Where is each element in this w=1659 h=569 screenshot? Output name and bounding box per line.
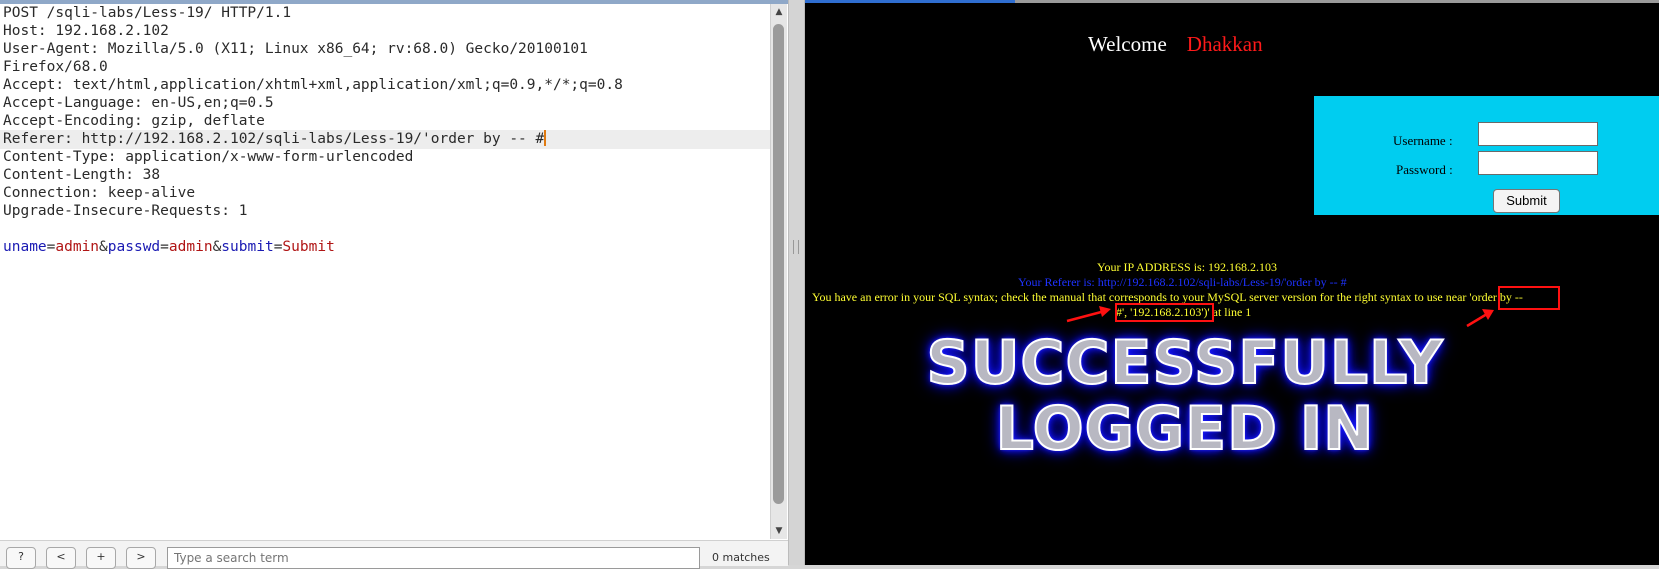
add-button[interactable]: + (86, 547, 116, 569)
header-user-agent: User-Agent: Mozilla/5.0 (X11; Linux x86_… (3, 41, 588, 57)
next-button[interactable]: > (126, 547, 156, 569)
previous-button[interactable]: < (46, 547, 76, 569)
header-connection: Connection: keep-alive (3, 185, 196, 201)
param-key-passwd: passwd (107, 239, 161, 255)
match-count: 0 matches (712, 551, 770, 564)
raw-request-editor[interactable]: POST /sqli-labs/Less-19/ HTTP/1.1 Host: … (0, 4, 770, 539)
submit-button[interactable]: Submit (1493, 189, 1560, 213)
scroll-up-arrow-icon[interactable]: ▲ (771, 4, 787, 20)
success-banner: SUCCESSFULLY LOGGED IN (875, 328, 1495, 464)
param-key-submit: submit (221, 239, 274, 255)
success-banner-line1: SUCCESSFULLY (926, 328, 1444, 398)
editor-scrollbar[interactable]: ▲ ▼ (770, 4, 787, 539)
username-input[interactable] (1478, 122, 1598, 146)
param-equals: = (160, 239, 169, 255)
tab-strip (805, 0, 1659, 3)
request-line: POST /sqli-labs/Less-19/ HTTP/1.1 (3, 5, 292, 21)
ip-address-message: Your IP ADDRESS is: 192.168.2.103 (1097, 260, 1278, 274)
param-value-passwd: admin (168, 239, 213, 255)
param-separator: & (99, 239, 108, 255)
header-accept-language: Accept-Language: en-US,en;q=0.5 (3, 95, 274, 111)
request-body: uname=admin&passwd=admin&submit=Submit (3, 238, 335, 257)
param-value-uname: admin (55, 239, 100, 255)
annotation-box-ip-quote (1115, 303, 1214, 322)
welcome-name: Dhakkan (1186, 32, 1263, 56)
welcome-heading: Welcome Dhakkan (1088, 32, 1263, 57)
help-button[interactable]: ? (6, 547, 36, 569)
header-content-length: Content-Length: 38 (3, 167, 161, 183)
search-input[interactable] (167, 547, 700, 569)
param-key-uname: uname (3, 239, 47, 255)
referer-message: Your Referer is: http://192.168.2.102/sq… (1018, 275, 1347, 289)
welcome-text: Welcome (1088, 32, 1167, 56)
annotation-box-order-by (1498, 286, 1560, 310)
password-label: Password : (1396, 162, 1453, 177)
username-label: Username : (1393, 133, 1453, 148)
param-separator: & (212, 239, 222, 255)
active-tab-indicator[interactable] (805, 0, 1015, 3)
header-referer: Referer: http://192.168.2.102/sqli-labs/… (3, 131, 545, 147)
param-value-submit: Submit (282, 239, 335, 255)
success-banner-line2: LOGGED IN (995, 394, 1375, 464)
header-accept: Accept: text/html,application/xhtml+xml,… (3, 77, 623, 93)
scrollbar-thumb[interactable] (773, 24, 784, 504)
login-form: Username : Password : (1314, 96, 1659, 215)
splitter-grip-icon[interactable] (793, 240, 799, 254)
text-caret (544, 130, 547, 146)
header-user-agent-cont: Firefox/68.0 (3, 59, 108, 75)
browser-render-pane: Welcome Dhakkan Username : Password : Sub… (805, 0, 1659, 565)
header-upgrade-insecure: Upgrade-Insecure-Requests: 1 (3, 203, 248, 219)
search-toolbar: ? < + > 0 matches (0, 540, 788, 569)
annotation-arrow-left-icon (1066, 306, 1111, 323)
pane-splitter[interactable] (788, 0, 805, 565)
request-editor-pane: POST /sqli-labs/Less-19/ HTTP/1.1 Host: … (0, 0, 788, 569)
header-host: Host: 192.168.2.102 (3, 23, 169, 39)
header-accept-encoding: Accept-Encoding: gzip, deflate (3, 113, 265, 129)
header-content-type: Content-Type: application/x-www-form-url… (3, 149, 414, 165)
annotation-arrow-right-icon (1466, 309, 1494, 328)
password-input[interactable] (1478, 151, 1598, 175)
scroll-down-arrow-icon[interactable]: ▼ (771, 523, 787, 539)
header-referer-line: Referer: http://192.168.2.102/sqli-labs/… (0, 130, 770, 149)
